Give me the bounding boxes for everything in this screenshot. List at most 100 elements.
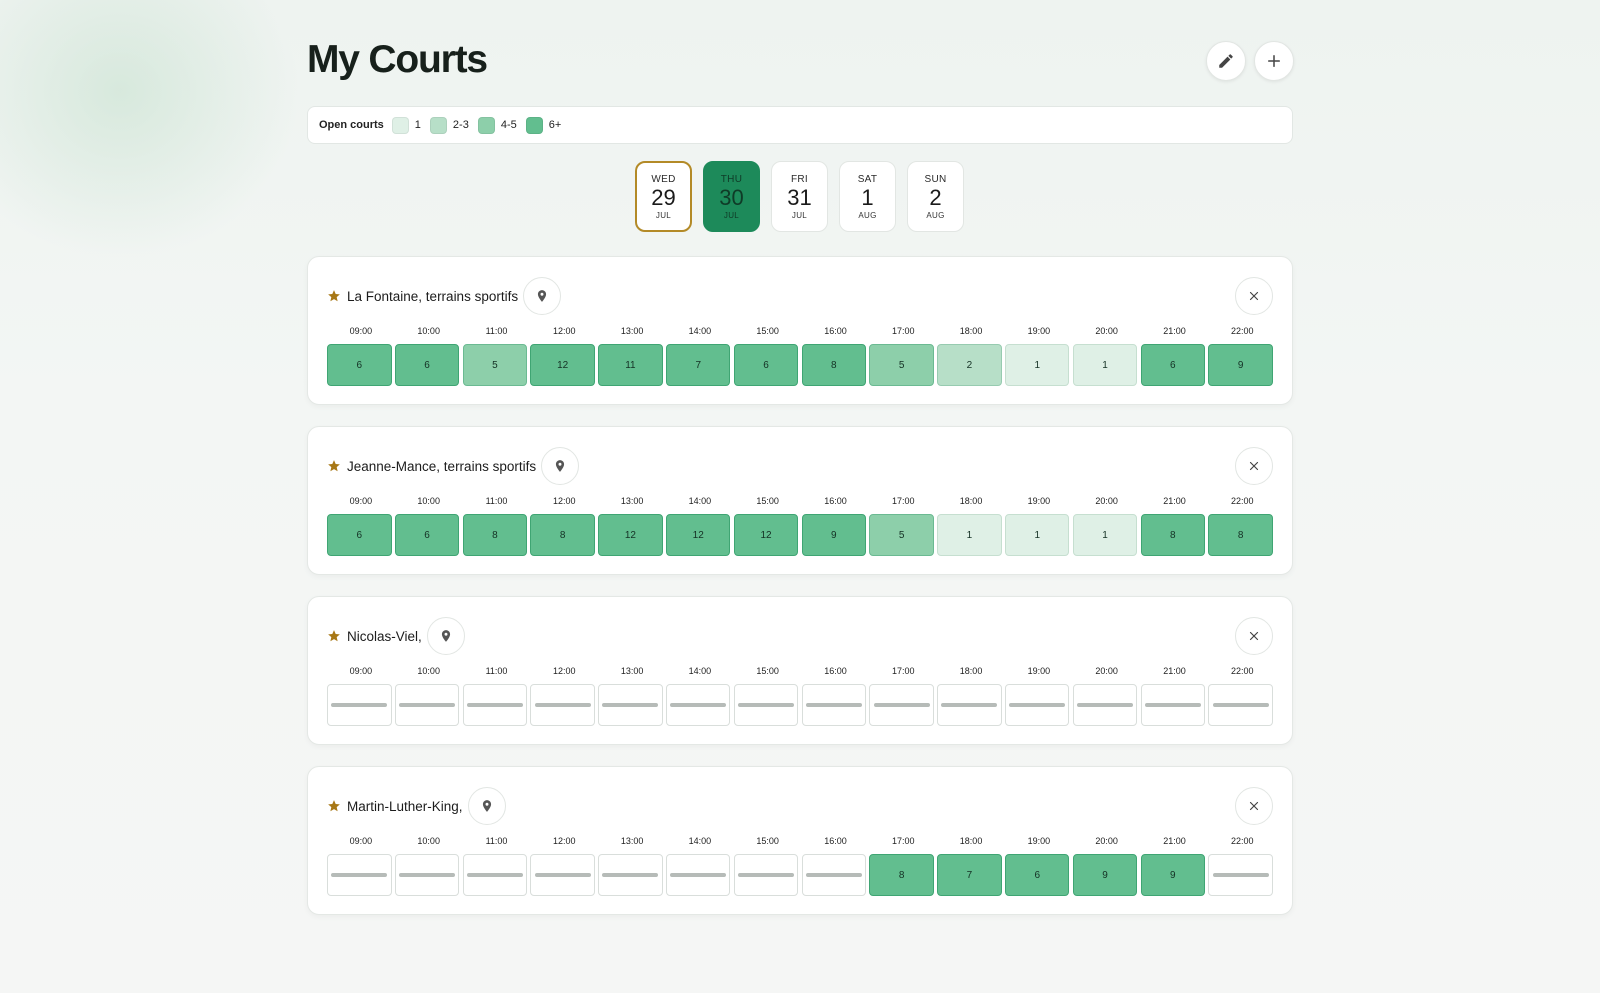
time-slot[interactable]: 7 — [665, 344, 731, 386]
time-slot[interactable]: 5 — [869, 514, 934, 556]
court-name: Jeanne-Mance, terrains sportifs — [347, 458, 537, 474]
time-slot[interactable]: 9 — [1208, 344, 1273, 386]
map-pin-icon — [482, 800, 491, 812]
time-slot[interactable]: 6 — [327, 344, 392, 386]
hour-label: 12:00 — [553, 326, 576, 336]
hour-label: 13:00 — [620, 666, 644, 676]
unavailable-dash — [1212, 873, 1269, 877]
time-slot[interactable]: 8 — [869, 854, 934, 896]
hour-label: 20:00 — [1095, 326, 1118, 336]
add-court-button[interactable] — [1254, 41, 1294, 81]
day-month: JUL — [791, 210, 808, 220]
time-slot[interactable]: 6 — [394, 344, 460, 386]
hour-label: 16:00 — [824, 326, 847, 336]
legend-label: 1 — [414, 119, 421, 131]
hour-label: 17:00 — [892, 666, 915, 676]
remove-court-button[interactable] — [1235, 447, 1273, 485]
court-name: Nicolas-Viel, — [347, 628, 422, 644]
time-slot[interactable]: 12 — [733, 514, 799, 556]
hour-label: 16:00 — [824, 666, 847, 676]
time-slot[interactable]: 9 — [1140, 854, 1206, 896]
time-slot[interactable]: 12 — [665, 514, 731, 556]
time-slot[interactable]: 8 — [1208, 514, 1273, 556]
unavailable-dash — [399, 703, 456, 707]
court-card: Jeanne-Mance, terrains sportifs 09:00 10:0… — [307, 426, 1293, 575]
time-slot[interactable]: 9 — [1072, 854, 1138, 896]
time-slot[interactable]: 5 — [462, 344, 528, 386]
time-slot[interactable]: 8 — [530, 514, 595, 556]
day-sun[interactable]: SUN 2 AUG — [907, 161, 964, 232]
hour-label: 18:00 — [959, 496, 983, 506]
main-container: My Courts Open courts 1 2-3 4-5 6+ WED 29 JUL… — [307, 0, 1294, 915]
hour-label: 14:00 — [688, 836, 712, 846]
time-slot[interactable]: 8 — [801, 344, 867, 386]
time-slot-unavailable — [530, 684, 595, 726]
day-sat[interactable]: SAT 1 AUG — [839, 161, 896, 232]
time-slot[interactable]: 6 — [1140, 344, 1206, 386]
time-slot-unavailable — [801, 684, 867, 726]
unavailable-dash — [1009, 703, 1066, 707]
time-slot[interactable]: 6 — [327, 514, 392, 556]
time-slot-unavailable — [394, 854, 460, 896]
time-slot[interactable]: 12 — [598, 514, 663, 556]
day-month: JUL — [655, 210, 672, 220]
time-slot[interactable]: 12 — [530, 344, 595, 386]
time-slot[interactable]: 1 — [1004, 344, 1070, 386]
day-month: JUL — [723, 210, 740, 220]
time-slot[interactable]: 11 — [598, 344, 663, 386]
time-slot-unavailable — [665, 684, 731, 726]
hour-label: 17:00 — [892, 496, 915, 506]
map-location-button[interactable] — [541, 447, 580, 485]
time-slot[interactable]: 9 — [801, 514, 867, 556]
unavailable-dash — [738, 703, 795, 707]
day-wed[interactable]: WED 29 JUL — [635, 161, 692, 232]
hour-label: 11:00 — [485, 496, 508, 506]
unavailable-dash — [1212, 703, 1269, 707]
time-slot[interactable]: 6 — [733, 344, 799, 386]
hour-label: 21:00 — [1163, 496, 1186, 506]
hour-label: 22:00 — [1230, 666, 1254, 676]
hour-label: 22:00 — [1230, 496, 1254, 506]
day-fri[interactable]: FRI 31 JUL — [771, 161, 828, 232]
unavailable-dash — [466, 703, 523, 707]
remove-court-button[interactable] — [1235, 787, 1273, 825]
time-slot[interactable]: 1 — [937, 514, 1002, 556]
hour-labels: 09:00 10:00 11:00 12:00 13:00 14:00 15:00 16:00… — [327, 326, 1276, 336]
hour-label: 21:00 — [1163, 666, 1186, 676]
day-of-week: THU — [720, 173, 743, 185]
court-list: La Fontaine, terrains sportifs 09:00 10:00… — [307, 256, 1293, 936]
time-slot[interactable]: 1 — [1072, 344, 1138, 386]
time-slot[interactable]: 5 — [869, 344, 934, 386]
time-slot[interactable]: 2 — [937, 344, 1002, 386]
time-slot[interactable]: 7 — [937, 854, 1002, 896]
unavailable-dash — [805, 703, 862, 707]
time-slot[interactable]: 6 — [394, 514, 460, 556]
unavailable-dash — [602, 703, 659, 707]
time-slot[interactable]: 8 — [1140, 514, 1206, 556]
time-slot[interactable]: 6 — [1004, 854, 1070, 896]
unavailable-dash — [941, 703, 998, 707]
hour-label: 14:00 — [688, 666, 712, 676]
day-selector: WED 29 JUL THU 30 JUL FRI 31 JUL SAT 1 AUG SUN 2 AUG — [635, 161, 964, 232]
day-thu[interactable]: THU 30 JUL — [703, 161, 760, 232]
edit-button[interactable] — [1206, 41, 1246, 81]
map-location-button[interactable] — [426, 617, 465, 655]
day-of-week: SAT — [857, 173, 878, 185]
hour-label: 09:00 — [349, 836, 373, 846]
unavailable-dash — [399, 873, 456, 877]
map-location-button[interactable] — [467, 787, 506, 825]
remove-court-button[interactable] — [1235, 617, 1273, 655]
time-slot[interactable]: 8 — [462, 514, 528, 556]
time-slot[interactable]: 1 — [1004, 514, 1070, 556]
close-icon — [1249, 801, 1259, 811]
hour-label: 11:00 — [485, 326, 508, 336]
time-slot-unavailable — [462, 854, 528, 896]
time-slot[interactable]: 1 — [1072, 514, 1138, 556]
map-location-button[interactable] — [523, 277, 562, 315]
remove-court-button[interactable] — [1235, 277, 1273, 315]
legend-item: 1 — [391, 116, 421, 134]
unavailable-dash — [1144, 703, 1201, 707]
court-card: La Fontaine, terrains sportifs 09:00 10:00… — [307, 256, 1293, 405]
time-slot-unavailable — [598, 854, 663, 896]
legend-title: Open courts — [319, 119, 384, 131]
